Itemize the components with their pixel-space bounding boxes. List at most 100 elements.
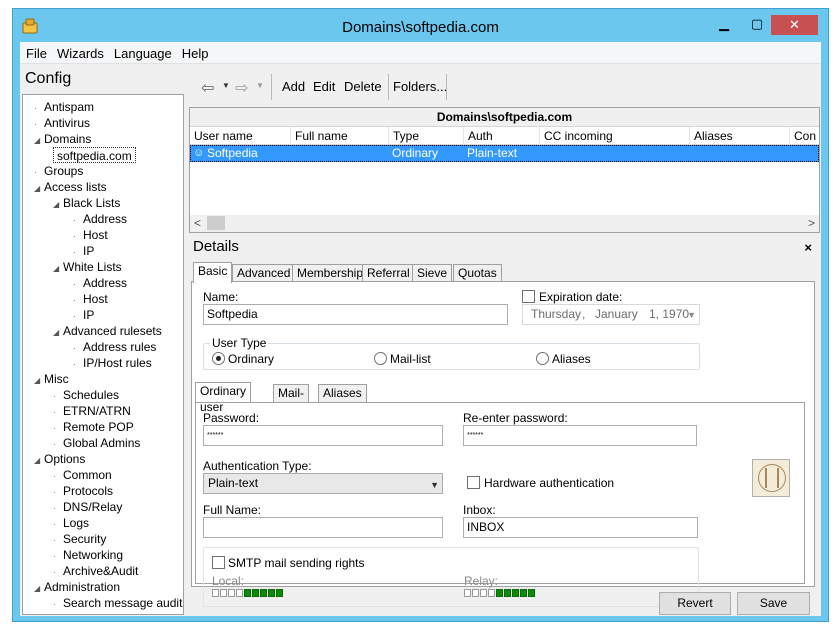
table-row[interactable]: ☺ Softpedia Ordinary Plain-text xyxy=(190,145,819,162)
tree-item[interactable]: ◢ White Lists xyxy=(53,259,122,275)
back-arrow-icon[interactable]: ⇦ xyxy=(201,78,214,98)
inbox-field[interactable]: INBOX xyxy=(463,517,698,538)
tree-item[interactable]: · Networking xyxy=(53,547,123,563)
meter-cell[interactable] xyxy=(220,589,227,597)
tree-item[interactable]: ◢ Black Lists xyxy=(53,195,120,211)
expand-toggle-icon[interactable]: ◢ xyxy=(34,181,44,197)
password-field[interactable]: ****** xyxy=(203,425,443,446)
column-header-full-name[interactable]: Full name xyxy=(291,127,389,145)
meter-cell[interactable] xyxy=(520,589,527,597)
column-header-cc-incoming[interactable]: CC incoming xyxy=(540,127,690,145)
save-button[interactable]: Save xyxy=(737,592,810,615)
name-field[interactable]: Softpedia xyxy=(203,304,508,325)
tab-ordinary-user[interactable]: Ordinary user xyxy=(195,382,252,414)
close-window-button[interactable]: ✕ xyxy=(771,15,818,35)
tab-membership[interactable]: Membership xyxy=(292,264,369,282)
tree-item[interactable]: · Groups xyxy=(34,163,83,179)
tree-item[interactable]: · Schedules xyxy=(53,387,119,403)
menu-language[interactable]: Language xyxy=(108,42,176,61)
relay-level-meter[interactable] xyxy=(464,589,536,597)
forward-dropdown-icon[interactable]: ▼ xyxy=(256,81,264,90)
tab-sieve[interactable]: Sieve xyxy=(412,264,453,282)
tree-item[interactable]: · Search message audit xyxy=(53,595,182,611)
radio-ordinary[interactable] xyxy=(212,352,225,365)
meter-cell[interactable] xyxy=(480,589,487,597)
expand-toggle-icon[interactable]: ◢ xyxy=(53,325,63,341)
local-level-meter[interactable] xyxy=(212,589,284,597)
radio-mail-list[interactable] xyxy=(374,352,387,365)
expand-toggle-icon[interactable]: ◢ xyxy=(34,373,44,389)
menu-wizards[interactable]: Wizards xyxy=(51,42,108,61)
authentication-type-select[interactable]: Plain-text ▼ xyxy=(203,473,443,494)
meter-cell[interactable] xyxy=(260,589,267,597)
meter-cell[interactable] xyxy=(236,589,243,597)
minimize-button[interactable]: ▁ xyxy=(710,15,738,35)
hardware-auth-checkbox[interactable] xyxy=(467,476,480,489)
expand-toggle-icon[interactable]: ◢ xyxy=(53,197,63,213)
tree-item[interactable]: · Antispam xyxy=(34,99,94,115)
menu-file[interactable]: File xyxy=(20,42,51,61)
expiration-date-picker[interactable]: Thursday , January 1, 1970 ▼ xyxy=(522,304,700,325)
back-dropdown-icon[interactable]: ▼ xyxy=(222,81,230,90)
tree-item[interactable]: · Security xyxy=(53,531,106,547)
menu-help[interactable]: Help xyxy=(176,42,213,61)
chevron-down-icon[interactable]: ▼ xyxy=(687,306,696,325)
tab-mail-list[interactable]: Mail-list xyxy=(273,384,309,416)
expand-toggle-icon[interactable]: ◢ xyxy=(34,581,44,597)
column-header-con[interactable]: Con xyxy=(790,127,820,145)
tab-basic[interactable]: Basic xyxy=(193,262,233,283)
tree-item[interactable]: · Protocols xyxy=(53,483,113,499)
edit-button[interactable]: Edit xyxy=(313,79,335,94)
tree-item[interactable]: · DNS/Relay xyxy=(53,499,122,515)
tree-item[interactable]: · Address xyxy=(73,275,127,291)
folders-button[interactable]: Folders... xyxy=(393,79,447,94)
tree-item[interactable]: · Common xyxy=(53,467,112,483)
tree-item[interactable]: · Address xyxy=(73,211,127,227)
add-button[interactable]: Add xyxy=(282,79,305,94)
tab-quotas[interactable]: Quotas xyxy=(453,264,502,282)
maximize-button[interactable]: ▢ xyxy=(743,15,771,35)
meter-cell[interactable] xyxy=(212,589,219,597)
meter-cell[interactable] xyxy=(276,589,283,597)
tab-referral[interactable]: Referral xyxy=(362,264,415,282)
config-tree[interactable]: · Antispam · Antivirus ◢ Domains softpedia.com… xyxy=(22,94,184,615)
tree-item[interactable]: · Antivirus xyxy=(34,115,90,131)
scroll-left-icon[interactable]: < xyxy=(194,216,201,230)
smtp-rights-checkbox[interactable] xyxy=(212,556,225,569)
column-header-user-name[interactable]: User name xyxy=(190,127,291,145)
tree-item[interactable]: ◢ Advanced rulesets xyxy=(53,323,162,339)
meter-cell[interactable] xyxy=(228,589,235,597)
tree-item[interactable]: · Host xyxy=(73,227,108,243)
tree-item[interactable]: · Remote POP xyxy=(53,419,134,435)
forward-arrow-icon[interactable]: ⇨ xyxy=(235,78,248,98)
tree-item[interactable]: · Logs xyxy=(53,515,89,531)
meter-cell[interactable] xyxy=(504,589,511,597)
chevron-down-icon[interactable]: ▼ xyxy=(430,476,439,495)
revert-button[interactable]: Revert xyxy=(659,592,731,615)
reenter-password-field[interactable]: ****** xyxy=(463,425,697,446)
tree-item[interactable]: · IP xyxy=(73,243,94,259)
delete-button[interactable]: Delete xyxy=(344,79,382,94)
tab-aliases[interactable]: Aliases xyxy=(318,384,367,402)
column-header-aliases[interactable]: Aliases xyxy=(690,127,790,145)
close-icon[interactable]: × xyxy=(804,240,812,255)
tree-item[interactable]: ◢ Administration xyxy=(34,579,120,595)
expiration-checkbox[interactable] xyxy=(522,290,535,303)
meter-cell[interactable] xyxy=(268,589,275,597)
tree-item[interactable]: · Global Admins xyxy=(53,435,140,451)
tree-item[interactable]: · IP/Host rules xyxy=(73,355,152,371)
meter-cell[interactable] xyxy=(472,589,479,597)
expand-toggle-icon[interactable]: ◢ xyxy=(53,261,63,277)
tree-item[interactable]: · IP xyxy=(73,307,94,323)
column-header-type[interactable]: Type xyxy=(389,127,464,145)
expand-toggle-icon[interactable]: ◢ xyxy=(34,453,44,469)
meter-cell[interactable] xyxy=(528,589,535,597)
meter-cell[interactable] xyxy=(464,589,471,597)
tree-item[interactable]: · Address rules xyxy=(73,339,156,355)
meter-cell[interactable] xyxy=(496,589,503,597)
tree-item[interactable]: · ETRN/ATRN xyxy=(53,403,131,419)
tab-advanced[interactable]: Advanced xyxy=(232,264,296,282)
meter-cell[interactable] xyxy=(244,589,251,597)
title-bar[interactable]: Domains\softpedia.com ▁ ▢ ✕ xyxy=(13,9,828,42)
full-name-field[interactable] xyxy=(203,517,443,538)
